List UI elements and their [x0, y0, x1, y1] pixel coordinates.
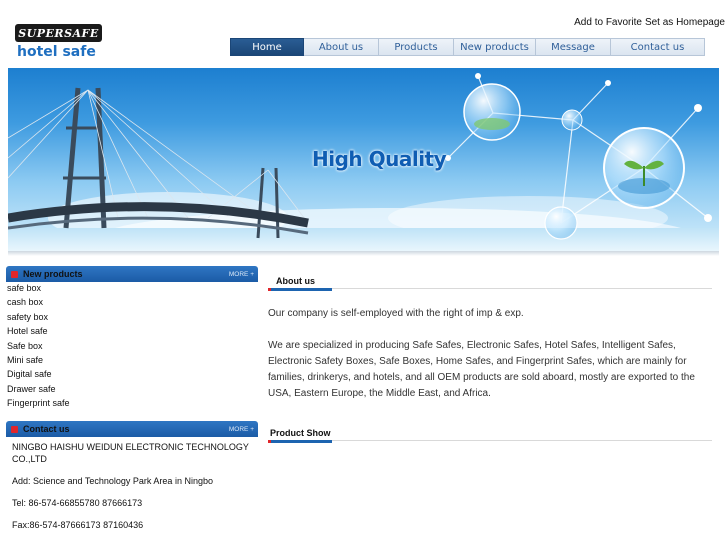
contact-title: Contact us: [23, 424, 70, 434]
product-link[interactable]: Safe box: [7, 339, 70, 353]
section-underline: [268, 288, 332, 291]
about-title: About us: [276, 276, 315, 286]
company-fax: Fax:86-574-87666173 87160436: [12, 520, 144, 530]
red-bullet-icon: [11, 425, 18, 433]
banner-title: High Quality: [312, 147, 447, 171]
site-subtitle: hotel safe: [17, 44, 96, 60]
main-nav: Home About us Products New products Mess…: [230, 38, 705, 56]
product-show-title: Product Show: [270, 428, 331, 438]
product-show-header: Product Show: [268, 427, 712, 443]
new-products-more-link[interactable]: MORE +: [229, 271, 254, 278]
company-address: Add: Science and Technology Park Area in…: [12, 476, 213, 486]
product-link[interactable]: Mini safe: [7, 353, 70, 367]
new-products-title: New products: [23, 269, 83, 279]
new-products-header: New products MORE +: [6, 266, 258, 282]
banner-shadow: [8, 251, 719, 256]
hero-banner: High Quality: [8, 68, 719, 251]
top-links: Add to Favorite Set as Homepage: [574, 17, 725, 28]
logo[interactable]: SUPERSAFE: [15, 24, 102, 42]
red-bullet-icon: [11, 270, 18, 278]
set-as-homepage-link[interactable]: Set as Homepage: [645, 17, 725, 28]
contact-header: Contact us MORE +: [6, 421, 258, 437]
contact-info: NINGBO HAISHU WEIDUN ELECTRONIC TECHNOLO…: [12, 441, 252, 531]
about-header: About us: [268, 275, 712, 291]
nav-products[interactable]: Products: [379, 38, 454, 56]
about-paragraph-2: We are specialized in producing Safe Saf…: [268, 340, 695, 399]
new-products-list: safe box cash box safety box Hotel safe …: [7, 281, 70, 411]
sprout-bubble-icon: [603, 127, 685, 209]
company-tel: Tel: 86-574-66855780 87666173: [12, 498, 143, 508]
add-to-favorite-link[interactable]: Add to Favorite: [574, 17, 642, 28]
product-link[interactable]: Digital safe: [7, 367, 70, 381]
product-link[interactable]: safe box: [7, 281, 70, 295]
product-link[interactable]: Hotel safe: [7, 324, 70, 338]
nav-new-products[interactable]: New products: [454, 38, 536, 56]
product-link[interactable]: cash box: [7, 295, 70, 309]
nav-about-us[interactable]: About us: [304, 38, 379, 56]
company-name: NINGBO HAISHU WEIDUN ELECTRONIC TECHNOLO…: [12, 442, 249, 464]
product-link[interactable]: Drawer safe: [7, 382, 70, 396]
about-paragraph-1: Our company is self-employed with the ri…: [268, 308, 524, 319]
about-text: Our company is self-employed with the ri…: [268, 306, 714, 402]
section-underline: [268, 440, 332, 443]
globe-bubble-icon: [463, 83, 521, 141]
product-link[interactable]: safety box: [7, 310, 70, 324]
nav-contact-us[interactable]: Contact us: [611, 38, 705, 56]
product-link[interactable]: Fingerprint safe: [7, 396, 70, 410]
nav-home[interactable]: Home: [230, 38, 304, 56]
contact-more-link[interactable]: MORE +: [229, 426, 254, 433]
logo-text: SUPERSAFE: [18, 26, 99, 40]
nav-message[interactable]: Message: [536, 38, 611, 56]
